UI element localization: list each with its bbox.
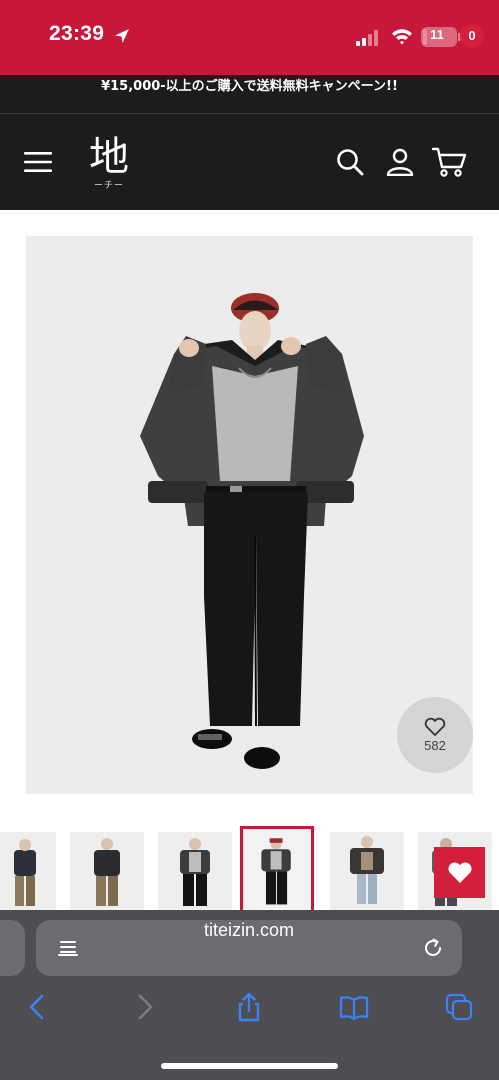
thumbnail-image — [0, 832, 56, 910]
tabs-icon[interactable] — [444, 992, 474, 1022]
heart-icon — [448, 862, 472, 883]
share-icon[interactable] — [234, 992, 264, 1022]
forward-icon[interactable] — [130, 992, 160, 1022]
thumbnail[interactable] — [330, 832, 404, 910]
thumbnail[interactable] — [158, 832, 232, 910]
location-arrow-icon — [115, 29, 129, 43]
battery-icon: 11 — [421, 27, 457, 47]
heart-outline-icon — [424, 717, 446, 736]
site-header: 地 ーチー — [0, 114, 499, 210]
thumbnail-strip[interactable] — [0, 826, 499, 910]
logo-subtitle: ーチー — [93, 181, 124, 191]
battery-percent: 11 — [430, 27, 444, 42]
announcement-bar[interactable]: ¥15,000-以上のご購入で送料無料キャンペーン!! — [0, 75, 499, 113]
logo-mark: 地 — [89, 134, 129, 180]
url-text: titeizin.com — [203, 920, 295, 940]
like-count: 582 — [424, 738, 446, 753]
browser-toolbar: titeizin.com — [0, 910, 499, 1080]
wishlist-button[interactable] — [434, 847, 485, 898]
thumbnail-image — [70, 832, 144, 910]
thumbnail-selected[interactable] — [240, 826, 314, 910]
announcement-text: ¥15,000-以上のご購入で送料無料キャンペーン!! — [101, 79, 398, 94]
thumbnail[interactable] — [0, 832, 56, 910]
back-icon[interactable] — [22, 992, 52, 1022]
thumbnail[interactable] — [70, 832, 144, 910]
status-bar: 23:39 11 — [0, 0, 499, 75]
cart-icon[interactable] — [432, 146, 468, 178]
search-icon[interactable] — [336, 148, 364, 176]
bookmarks-icon[interactable] — [339, 992, 369, 1022]
like-button[interactable]: 582 — [397, 697, 473, 773]
home-indicator[interactable] — [161, 1063, 338, 1069]
signal-icon — [356, 30, 378, 46]
account-icon[interactable] — [386, 148, 414, 176]
thumbnail-image — [330, 832, 404, 910]
thumbnail-image — [243, 830, 311, 909]
cart-count-badge[interactable]: 0 — [460, 24, 484, 48]
thumbnail-image — [158, 832, 232, 910]
menu-icon[interactable] — [24, 151, 52, 173]
site-logo[interactable]: 地 ーチー — [84, 134, 134, 194]
address-bar[interactable]: titeizin.com — [36, 920, 462, 976]
wifi-icon — [392, 29, 412, 45]
previous-tab-pill[interactable] — [0, 920, 25, 976]
status-time: 23:39 — [49, 22, 105, 45]
reload-icon[interactable] — [422, 937, 444, 959]
